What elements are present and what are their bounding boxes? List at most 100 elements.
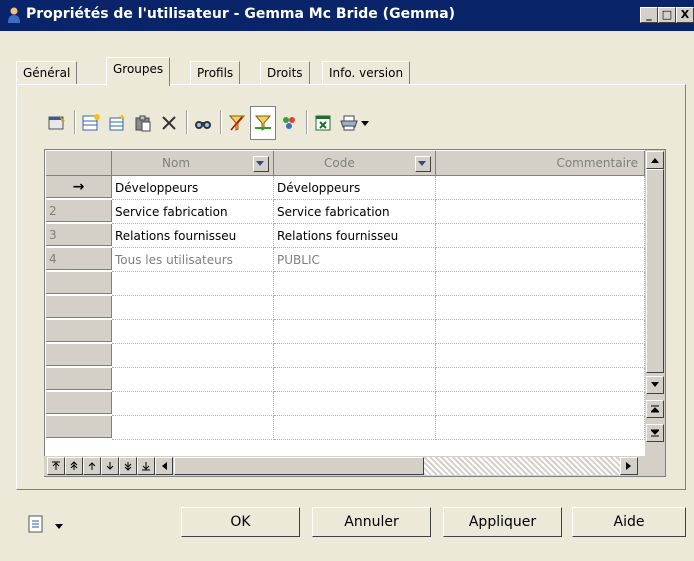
empty-cell[interactable] — [436, 392, 645, 416]
row-header-empty[interactable] — [46, 368, 112, 390]
empty-cell[interactable] — [274, 320, 436, 344]
cell-code[interactable]: PUBLIC — [274, 248, 436, 272]
cell-name[interactable]: Tous les utilisateurs — [112, 248, 274, 272]
horizontal-scroll-track[interactable] — [424, 457, 620, 475]
scroll-left-icon[interactable] — [155, 457, 173, 475]
cell-name[interactable]: Service fabrication — [112, 200, 274, 224]
cell-comment[interactable] — [436, 200, 645, 224]
move-page-down-icon[interactable] — [119, 457, 137, 475]
empty-cell[interactable] — [112, 272, 274, 296]
column-dropdown-icon[interactable] — [253, 156, 269, 172]
row-header-empty[interactable] — [46, 296, 112, 318]
delete-icon[interactable] — [156, 106, 182, 140]
cell-comment[interactable] — [436, 176, 645, 200]
minimize-button[interactable]: _ — [640, 7, 658, 23]
groups-grid: Nom Code Commentaire → Développeurs Déve… — [44, 149, 666, 477]
row-header[interactable]: 2 — [46, 200, 112, 222]
empty-cell[interactable] — [274, 392, 436, 416]
row-header-empty[interactable] — [46, 272, 112, 294]
row-header-empty[interactable] — [46, 344, 112, 366]
move-top-icon[interactable] — [47, 457, 65, 475]
title-bar: Propriétés de l'utilisateur - Gemma Mc B… — [0, 0, 694, 31]
dropdown-arrow-icon[interactable] — [358, 106, 372, 140]
ok-button[interactable]: OK — [181, 507, 300, 537]
cell-code[interactable]: Service fabrication — [274, 200, 436, 224]
close-button[interactable]: X — [676, 7, 694, 23]
scroll-thumb[interactable] — [646, 169, 664, 373]
tab-general[interactable]: Général — [16, 61, 78, 85]
add-rows-icon[interactable] — [78, 106, 104, 140]
column-label-nom: Nom — [162, 156, 191, 170]
horizontal-scroll-thumb[interactable] — [174, 457, 424, 475]
move-bottom-icon[interactable] — [137, 457, 155, 475]
column-header-commentaire[interactable]: Commentaire — [436, 151, 645, 176]
empty-cell[interactable] — [436, 344, 645, 368]
empty-cell[interactable] — [436, 272, 645, 296]
empty-cell[interactable] — [112, 344, 274, 368]
tab-info-version[interactable]: Info. version — [322, 61, 411, 85]
empty-cell[interactable] — [274, 344, 436, 368]
tab-groupes[interactable]: Groupes — [106, 57, 171, 86]
grid-navigation-bar — [44, 456, 664, 476]
row-header-empty[interactable] — [46, 392, 112, 414]
window-title: Propriétés de l'utilisateur - Gemma Mc B… — [26, 6, 456, 22]
row-header-empty[interactable] — [46, 320, 112, 342]
properties-dialog: Propriétés de l'utilisateur - Gemma Mc B… — [0, 0, 694, 561]
column-header-code[interactable]: Code — [274, 151, 436, 176]
empty-cell[interactable] — [112, 320, 274, 344]
empty-cell[interactable] — [112, 368, 274, 392]
cell-name[interactable]: Relations fournisseu — [112, 224, 274, 248]
cell-code[interactable]: Relations fournisseu — [274, 224, 436, 248]
empty-cell[interactable] — [112, 416, 274, 440]
filter-settings-icon[interactable] — [276, 106, 302, 140]
empty-cell[interactable] — [274, 416, 436, 440]
column-dropdown-icon[interactable] — [415, 156, 431, 172]
vertical-scrollbar[interactable] — [645, 150, 665, 476]
paste-icon[interactable] — [130, 106, 156, 140]
move-page-up-icon[interactable] — [65, 457, 83, 475]
empty-cell[interactable] — [436, 416, 645, 440]
cancel-button[interactable]: Annuler — [312, 507, 431, 537]
row-header-current[interactable]: → — [46, 176, 112, 198]
customize-columns-icon[interactable] — [250, 106, 276, 140]
scroll-up-icon[interactable] — [646, 151, 664, 169]
find-icon[interactable] — [190, 106, 216, 140]
empty-cell[interactable] — [274, 296, 436, 320]
empty-cell[interactable] — [436, 296, 645, 320]
tab-profils[interactable]: Profils — [190, 61, 241, 85]
empty-cell[interactable] — [112, 296, 274, 320]
create-object-icon[interactable] — [104, 106, 130, 140]
scroll-right-icon[interactable] — [620, 457, 638, 475]
maximize-button[interactable]: □ — [658, 7, 676, 23]
move-down-icon[interactable] — [101, 457, 119, 475]
column-label-commentaire: Commentaire — [556, 156, 638, 170]
scroll-down-icon[interactable] — [646, 376, 664, 394]
cell-comment[interactable] — [436, 224, 645, 248]
more-options-button[interactable] — [26, 514, 86, 536]
move-up-icon[interactable] — [83, 457, 101, 475]
empty-cell[interactable] — [436, 368, 645, 392]
cell-code[interactable]: Développeurs — [274, 176, 436, 200]
empty-cell[interactable] — [436, 320, 645, 344]
empty-cell[interactable] — [274, 368, 436, 392]
scroll-page-up-icon[interactable] — [646, 400, 664, 418]
row-header[interactable]: 3 — [46, 224, 112, 246]
column-label-code: Code — [324, 156, 355, 170]
filter-icon[interactable] — [224, 106, 250, 140]
tab-droits[interactable]: Droits — [260, 61, 310, 85]
export-excel-icon[interactable] — [310, 106, 336, 140]
help-button[interactable]: Aide — [572, 507, 686, 537]
empty-cell[interactable] — [112, 392, 274, 416]
cell-name[interactable]: Développeurs — [112, 176, 274, 200]
scroll-page-down-icon[interactable] — [646, 424, 664, 442]
properties-icon[interactable] — [44, 106, 70, 140]
user-icon — [8, 7, 20, 23]
row-header-empty[interactable] — [46, 416, 112, 438]
grid-corner — [46, 151, 112, 176]
column-header-nom[interactable]: Nom — [112, 151, 274, 176]
cell-comment[interactable] — [436, 248, 645, 272]
list-options-icon — [28, 515, 43, 533]
empty-cell[interactable] — [274, 272, 436, 296]
row-header[interactable]: 4 — [46, 248, 112, 270]
apply-button[interactable]: Appliquer — [443, 507, 562, 537]
